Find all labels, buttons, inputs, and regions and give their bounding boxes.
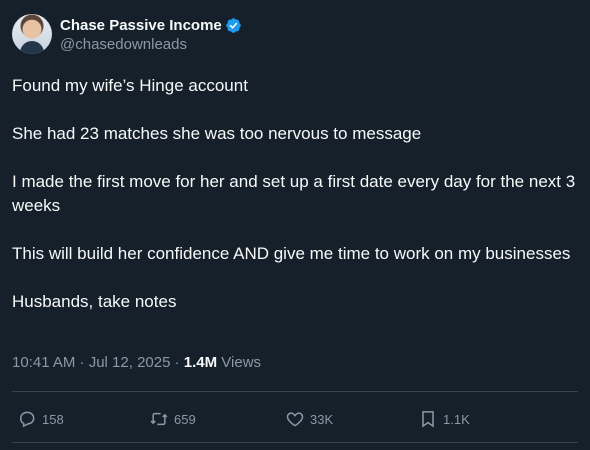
bookmark-icon: [422, 411, 434, 428]
reply-count: 158: [42, 411, 64, 427]
tweet-paragraph: This will build her confidence AND give …: [12, 244, 571, 263]
like-count: 33K: [310, 411, 334, 427]
tweet-text: Found my wife’s Hinge account She had 23…: [12, 74, 582, 338]
avatar[interactable]: [12, 14, 52, 54]
bookmark-count: 1.1K: [443, 411, 470, 427]
divider: [12, 442, 578, 443]
verified-badge-icon[interactable]: [225, 17, 242, 34]
heart-icon: [286, 412, 304, 427]
retweet-button[interactable]: 659: [149, 404, 196, 434]
views-count: 1.4M: [183, 354, 218, 371]
reply-icon: [19, 411, 35, 428]
tweet-paragraph: Found my wife’s Hinge account: [12, 76, 248, 95]
bookmark-button[interactable]: 1.1K: [418, 404, 470, 434]
views-label: Views: [217, 354, 262, 371]
tweet-paragraph: Husbands, take notes: [12, 292, 177, 311]
author-display-name[interactable]: Chase Passive Income: [60, 17, 222, 34]
tweet-header: Chase Passive Income @chasedownleads: [12, 14, 242, 54]
tweet-paragraph: She had 23 matches she was too nervous t…: [12, 124, 422, 143]
retweet-icon: [150, 412, 168, 426]
reply-button[interactable]: 158: [17, 404, 64, 434]
author-handle[interactable]: @chasedownleads: [60, 36, 242, 53]
tweet-meta: 10:41 AM · Jul 12, 2025 · 1.4M Views: [12, 354, 261, 371]
tweet-timestamp[interactable]: 10:41 AM · Jul 12, 2025 ·: [12, 354, 184, 371]
tweet-paragraph: I made the first move for her and set up…: [12, 172, 580, 215]
action-bar: 158 659 33K 1.1K: [0, 404, 590, 434]
retweet-count: 659: [174, 411, 196, 427]
divider: [12, 391, 578, 392]
tweet-card: Chase Passive Income @chasedownleads Fou…: [0, 0, 590, 450]
author-info: Chase Passive Income @chasedownleads: [60, 15, 242, 53]
like-button[interactable]: 33K: [285, 404, 333, 434]
name-row: Chase Passive Income: [60, 15, 242, 35]
